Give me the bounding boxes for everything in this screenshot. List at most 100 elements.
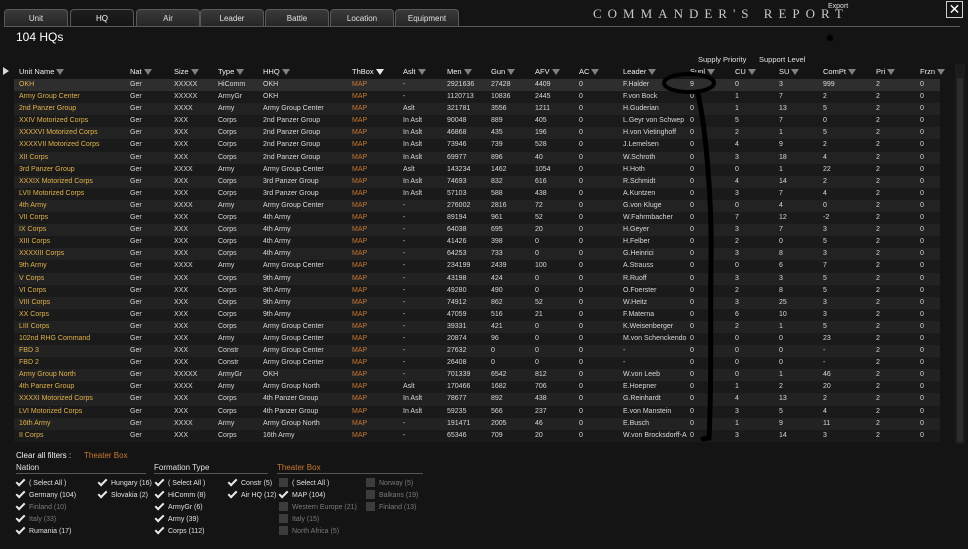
table-row[interactable]: XXXXI Motorized Corps Ger XXX Corps 4th Panz… (14, 393, 940, 406)
cell-unit-name[interactable]: 9th Army (19, 260, 127, 272)
col-nat[interactable]: Nat (130, 67, 152, 76)
col-size[interactable]: Size (174, 67, 199, 76)
tab-battle[interactable]: Battle (265, 9, 329, 26)
cell-leader[interactable]: E.Busch (623, 418, 687, 430)
checkbox-checked-icon[interactable] (155, 490, 164, 499)
cell-hhq[interactable]: 4th Panzer Group (263, 406, 349, 418)
table-row[interactable]: 4th Army Ger XXXX Army Army Group Center MAP -… (14, 199, 940, 213)
tab-hq[interactable]: HQ (70, 9, 134, 26)
cell-hhq[interactable]: 16th Army (263, 430, 349, 442)
col-compt[interactable]: ComPt (823, 67, 856, 76)
cell-leader[interactable]: F.Materna (623, 309, 687, 321)
cell-unit-name[interactable]: LIII Corps (19, 321, 127, 333)
cell-unit-name[interactable]: 3rd Panzer Group (19, 164, 127, 176)
table-row[interactable]: II Corps Ger XXX Corps 16th Army MAP - 65346 709… (14, 429, 940, 442)
checkbox-empty-icon[interactable] (279, 478, 288, 487)
cell-hhq[interactable]: Army Group Center (263, 321, 349, 333)
table-row[interactable]: Army Group North Ger XXXXX ArmyGr OKH MAP - 701… (14, 369, 940, 382)
cell-leader[interactable]: E.Hoepner (623, 381, 687, 393)
theater-filter-option[interactable]: MAP (104) (279, 490, 325, 499)
checkbox-empty-icon[interactable] (366, 490, 375, 499)
cell-leader[interactable]: M.von Schenckendo (623, 333, 687, 345)
table-row[interactable]: 102nd RHG Command Ger XXX Army Army Group Ce… (14, 332, 940, 346)
cell-leader[interactable]: K.Weisenberger (623, 321, 687, 333)
table-row[interactable]: IX Corps Ger XXX Corps 4th Army MAP - 64038 695 2… (14, 224, 940, 237)
checkbox-empty-icon[interactable] (279, 514, 288, 523)
cell-unit-name[interactable]: Army Group North (19, 369, 127, 381)
formation-filter-option[interactable]: ( Select All ) (155, 478, 205, 487)
checkbox-checked-icon[interactable] (98, 478, 107, 487)
cell-hhq[interactable]: OKH (263, 79, 349, 91)
checkbox-empty-icon[interactable] (279, 526, 288, 535)
cell-hhq[interactable]: 2nd Panzer Group (263, 127, 349, 139)
table-row[interactable]: FBD 3 Ger XXX Constr Army Group Center MAP - 27… (14, 345, 940, 358)
cell-leader[interactable]: W.von Brocksdorff-A (623, 430, 687, 442)
cell-hhq[interactable]: Army Group Center (263, 333, 349, 345)
cell-unit-name[interactable]: XIII Corps (19, 236, 127, 248)
table-row[interactable]: FBD 2 Ger XXX Constr Army Group Center MAP - 26… (14, 357, 940, 370)
col-hhq[interactable]: HHQ (263, 67, 290, 76)
filter-icon[interactable] (463, 69, 472, 75)
cell-unit-name[interactable]: XXXXVI Motorized Corps (19, 127, 127, 139)
table-row[interactable]: LVI Motorized Corps Ger XXX Corps 4th Panzer… (14, 405, 940, 418)
tab-air[interactable]: Air (136, 9, 200, 26)
cell-hhq[interactable]: Army Group Center (263, 103, 349, 115)
active-filter-tag[interactable]: Theater Box (84, 451, 128, 460)
checkbox-checked-icon[interactable] (155, 514, 164, 523)
cell-leader[interactable]: L.Geyr von Schwep (623, 115, 687, 127)
table-row[interactable]: XXXXVI Motorized Corps Ger XXX Corps 2nd Pan… (14, 127, 940, 140)
col-thbox[interactable]: ThBox (352, 67, 384, 76)
col-type[interactable]: Type (218, 67, 245, 76)
cell-leader[interactable]: F.Halder (623, 79, 687, 91)
cell-leader[interactable]: H.von Vietinghoff (623, 127, 687, 139)
table-row[interactable]: XII Corps Ger XXX Corps 2nd Panzer Group MAP I… (14, 151, 940, 164)
checkbox-empty-icon[interactable] (279, 502, 288, 511)
cell-hhq[interactable]: 2nd Panzer Group (263, 152, 349, 164)
cell-unit-name[interactable]: VIII Corps (19, 297, 127, 309)
cell-leader[interactable]: F.von Bock (623, 91, 687, 103)
cell-hhq[interactable]: Army Group North (263, 381, 349, 393)
filter-icon[interactable] (707, 69, 716, 75)
cell-leader[interactable]: O.Foerster (623, 285, 687, 297)
checkbox-checked-icon[interactable] (155, 502, 164, 511)
table-row[interactable]: VI Corps Ger XXX Corps 9th Army MAP - 49280 490 0… (14, 284, 940, 297)
cell-leader[interactable]: W.Schroth (623, 152, 687, 164)
cell-leader[interactable]: E.von Manstein (623, 406, 687, 418)
export-button[interactable]: Export (828, 3, 848, 10)
col-aslt[interactable]: Aslt (403, 67, 426, 76)
cell-unit-name[interactable]: Army Group Center (19, 91, 127, 103)
cell-unit-name[interactable]: 102nd RHG Command (19, 333, 127, 345)
theater-filter-option[interactable]: Western Europe (21) (279, 502, 357, 511)
filter-icon[interactable] (507, 69, 516, 75)
cell-unit-name[interactable]: 4th Army (19, 200, 127, 212)
table-row[interactable]: 9th Army Ger XXXX Army Army Group Center MAP -… (14, 260, 940, 273)
filter-icon[interactable] (591, 69, 600, 75)
col-supl[interactable]: Supl (690, 67, 716, 76)
cell-unit-name[interactable]: 16th Army (19, 418, 127, 430)
cell-hhq[interactable]: 9th Army (263, 273, 349, 285)
cell-unit-name[interactable]: XII Corps (19, 152, 127, 164)
cell-leader[interactable]: H.Felber (623, 236, 687, 248)
table-row[interactable]: OKH Ger XXXXX HiComm OKH MAP -2921636 27428 4409… (14, 79, 940, 92)
checkbox-checked-icon[interactable] (16, 478, 25, 487)
cell-unit-name[interactable]: XXXXIII Corps (19, 248, 127, 260)
cell-leader[interactable]: H.Geyer (623, 224, 687, 236)
formation-filter-option[interactable]: Constr (5) (228, 478, 272, 487)
cell-hhq[interactable]: OKH (263, 91, 349, 103)
filter-icon[interactable] (190, 69, 199, 75)
table-row[interactable]: V Corps Ger XXX Corps 9th Army MAP - 43198 424 0 0… (14, 272, 940, 285)
cell-leader[interactable]: G.von Kluge (623, 200, 687, 212)
cell-hhq[interactable]: 9th Army (263, 309, 349, 321)
cell-hhq[interactable]: 2nd Panzer Group (263, 139, 349, 151)
nation-filter-option[interactable]: ( Select All ) (16, 478, 66, 487)
cell-leader[interactable]: H.Guderian (623, 103, 687, 115)
col-frzn[interactable]: Frzn (920, 67, 945, 76)
cell-hhq[interactable]: 9th Army (263, 285, 349, 297)
cell-hhq[interactable]: Army Group North (263, 418, 349, 430)
cell-unit-name[interactable]: FBD 3 (19, 345, 127, 357)
filter-icon[interactable] (648, 69, 657, 75)
table-row[interactable]: XXXXIII Corps Ger XXX Corps 4th Army MAP - 6425… (14, 248, 940, 261)
cell-unit-name[interactable]: OKH (19, 79, 127, 91)
col-cu[interactable]: CU (735, 67, 756, 76)
tab-equipment[interactable]: Equipment (395, 9, 459, 26)
